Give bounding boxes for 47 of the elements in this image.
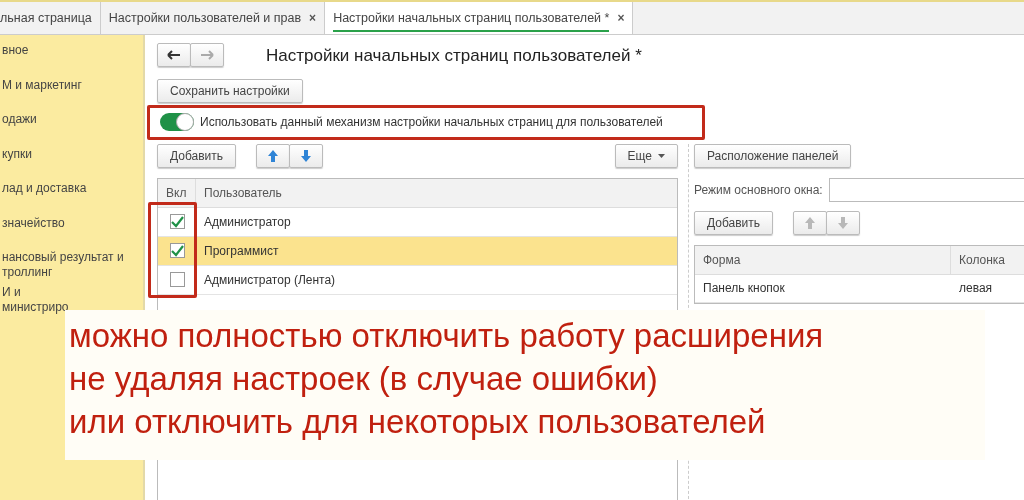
- sidebar-item[interactable]: лад и доставка: [0, 173, 143, 208]
- table-row[interactable]: Панель кнопок левая: [695, 274, 1024, 303]
- tab[interactable]: льная страница: [0, 2, 101, 34]
- sidebar-item[interactable]: М и маркетинг: [0, 69, 143, 104]
- input-field[interactable]: [828, 177, 1024, 202]
- move-up-button[interactable]: [256, 143, 291, 168]
- table-row[interactable]: Администратор: [158, 207, 677, 237]
- forward-arrow-icon: [200, 49, 214, 60]
- check-icon: [170, 244, 184, 257]
- field-label: Режим основного окна:: [694, 181, 823, 199]
- caret-icon: [658, 153, 665, 158]
- annotation-text: не удаляя настроек (в случае ошибки): [69, 359, 658, 399]
- checkbox[interactable]: [169, 214, 185, 229]
- save-settings-button[interactable]: Сохранить настройки: [157, 78, 303, 103]
- move-down-button[interactable]: [289, 143, 324, 168]
- column-header: Колонка: [958, 251, 1006, 269]
- sidebar-item[interactable]: купки: [0, 138, 143, 173]
- up-arrow-icon: [804, 215, 817, 230]
- up-arrow-icon: [267, 148, 280, 163]
- down-arrow-icon: [300, 148, 313, 163]
- column-header: Форма: [695, 245, 951, 274]
- checkbox[interactable]: [169, 243, 185, 258]
- sidebar-item[interactable]: одажи: [0, 104, 143, 139]
- back-button[interactable]: [157, 42, 191, 67]
- checkbox[interactable]: [169, 272, 185, 287]
- form-title: Настройки начальных страниц пользователей *: [266, 45, 642, 67]
- annotation-text: можно полностью отключить работу расширения: [69, 316, 824, 356]
- table-row[interactable]: Администратор (Лента): [158, 265, 677, 295]
- more-button[interactable]: Еще: [614, 143, 678, 168]
- add-button[interactable]: Добавить: [157, 143, 237, 168]
- column-header: Пользователь: [203, 184, 282, 202]
- down-arrow-icon: [837, 215, 850, 230]
- check-icon: [170, 215, 184, 228]
- back-arrow-icon: [167, 49, 181, 60]
- tab[interactable]: Настройки начальных страниц пользователей * ×: [325, 2, 634, 34]
- sidebar-item[interactable]: вное: [0, 35, 143, 70]
- toggle-label: Использовать данный механизм настройки начальных страниц для пользователей: [200, 114, 663, 131]
- add-button[interactable]: Добавить: [694, 210, 774, 235]
- close-icon[interactable]: ×: [309, 9, 317, 27]
- sidebar-item[interactable]: нансовый результат и троллинг: [0, 242, 143, 277]
- panel-layout-button[interactable]: Расположение панелей: [694, 143, 852, 168]
- close-icon[interactable]: ×: [617, 9, 625, 27]
- sidebar-item[interactable]: значейство: [0, 207, 143, 242]
- toggle-switch[interactable]: [160, 113, 194, 131]
- annotation-text: или отключить для некоторых пользователей: [69, 402, 766, 442]
- table-row[interactable]: Программист: [158, 236, 677, 266]
- column-header: Вкл: [158, 178, 196, 207]
